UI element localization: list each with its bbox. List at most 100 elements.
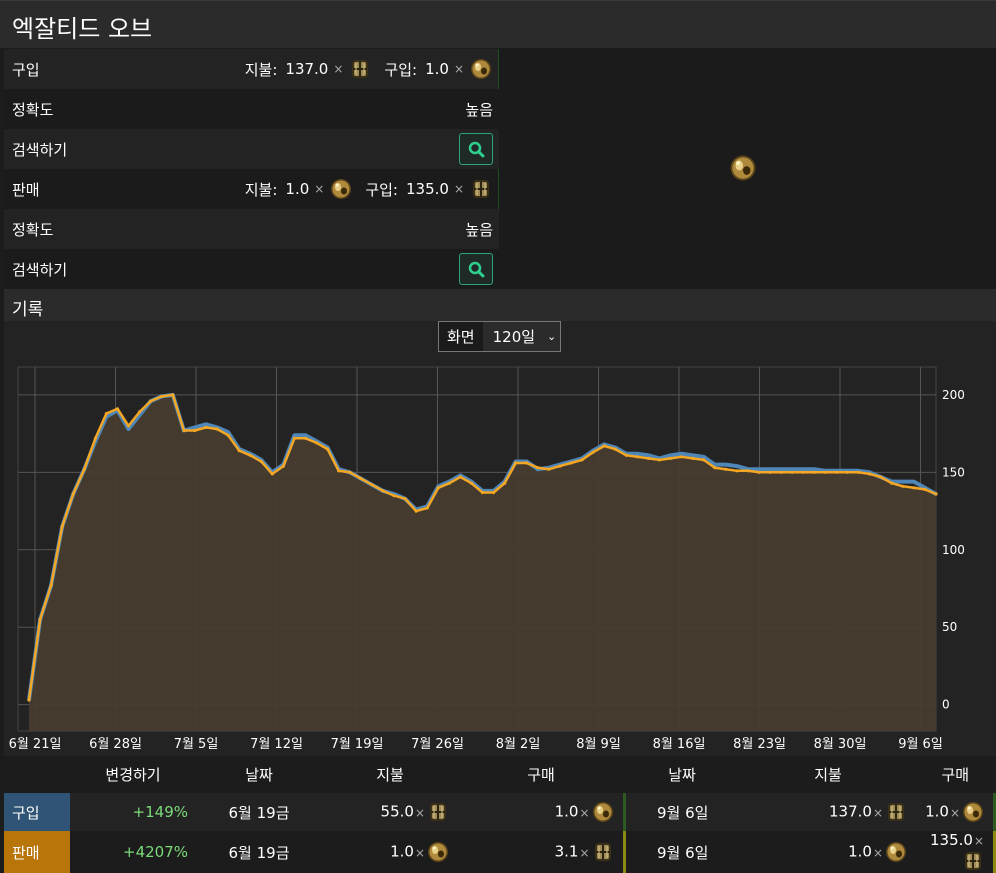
data-point-sell bbox=[713, 466, 717, 470]
data-point-buy bbox=[912, 480, 916, 484]
end-date: 9월 6일 bbox=[624, 793, 740, 831]
accuracy-value: 높음 bbox=[465, 220, 493, 239]
data-point-sell bbox=[823, 470, 828, 474]
data-point-sell bbox=[901, 484, 905, 488]
view-bar: 화면 120일 ⌄ bbox=[4, 321, 996, 354]
times-sign: × bbox=[453, 62, 464, 76]
data-point-sell bbox=[38, 617, 42, 622]
data-point-sell bbox=[602, 444, 606, 448]
history-table: 변경하기 날짜 지불 구매 날짜 지불 구매 구입 +149% 6월 19금 5… bbox=[4, 756, 996, 873]
times-sign: × bbox=[579, 845, 590, 860]
title-bar: 엑잘티드 오브 bbox=[0, 0, 996, 48]
data-point-sell bbox=[923, 487, 927, 491]
data-point-sell bbox=[790, 470, 794, 474]
data-point-buy bbox=[635, 452, 640, 456]
times-sign: × bbox=[414, 845, 425, 860]
data-point-sell bbox=[492, 490, 496, 495]
x-tick-label: 7월 5일 bbox=[174, 737, 219, 752]
y-tick-label: 200 bbox=[942, 388, 965, 402]
start-buy: 3.1 bbox=[554, 842, 579, 861]
buy-search-row: 검색하기 bbox=[4, 129, 499, 169]
history-title: 기록 bbox=[12, 300, 44, 320]
change-value: +149% bbox=[70, 793, 196, 831]
exalted-orb-icon bbox=[963, 802, 983, 822]
view-select[interactable]: 120일 ⌄ bbox=[482, 322, 560, 351]
data-point-sell bbox=[613, 447, 617, 451]
end-pay: 137.0 bbox=[828, 802, 872, 821]
sell-search-button[interactable] bbox=[459, 253, 493, 285]
data-point-sell bbox=[812, 470, 816, 474]
data-point-sell bbox=[558, 464, 562, 468]
data-point-sell bbox=[646, 456, 651, 460]
trade-panel: 구입 지불: 137.0 × 구입: 1.0 × 정확도 높음 검색하기 판매 … bbox=[4, 49, 501, 289]
data-point-sell bbox=[779, 470, 783, 474]
start-date: 6월 19금 bbox=[196, 831, 322, 873]
times-sign: × bbox=[949, 805, 960, 820]
data-point-sell bbox=[27, 698, 31, 702]
chaos-orb-icon bbox=[593, 842, 612, 862]
exalted-orb-icon bbox=[886, 842, 906, 862]
data-point-sell bbox=[348, 470, 352, 474]
data-point-sell bbox=[315, 441, 319, 445]
data-point-buy bbox=[204, 422, 208, 426]
data-point-buy bbox=[668, 453, 673, 457]
data-point-buy bbox=[790, 467, 794, 471]
item-preview bbox=[499, 49, 996, 289]
start-pay: 1.0 bbox=[390, 842, 414, 861]
y-tick-label: 100 bbox=[942, 543, 965, 557]
data-point-sell bbox=[138, 410, 142, 414]
header-buy: 구매 bbox=[458, 756, 624, 793]
x-tick-label: 6월 21일 bbox=[9, 737, 62, 752]
data-point-sell bbox=[469, 481, 473, 485]
pay-value: 137.0 bbox=[285, 60, 329, 78]
start-date: 6월 19금 bbox=[196, 793, 322, 831]
data-point-sell bbox=[425, 506, 429, 510]
sell-search-row: 검색하기 bbox=[4, 249, 499, 289]
data-point-sell bbox=[193, 428, 197, 433]
data-point-sell bbox=[547, 467, 551, 471]
view-value: 120일 bbox=[492, 328, 536, 346]
accuracy-label: 정확도 bbox=[12, 100, 54, 119]
buy-row: 구입 지불: 137.0 × 구입: 1.0 × bbox=[4, 49, 501, 89]
data-point-sell bbox=[292, 436, 297, 440]
search-icon bbox=[468, 141, 485, 158]
times-sign: × bbox=[453, 182, 464, 196]
data-point-sell bbox=[171, 393, 175, 397]
data-point-sell bbox=[635, 455, 640, 459]
buy-search-button[interactable] bbox=[459, 133, 493, 165]
times-sign: × bbox=[872, 845, 883, 860]
data-point-buy bbox=[779, 467, 783, 471]
x-tick-label: 8월 9일 bbox=[576, 737, 621, 752]
get-value: 135.0 bbox=[405, 180, 449, 198]
view-selector: 화면 120일 ⌄ bbox=[438, 321, 561, 352]
chaos-orb-icon bbox=[351, 59, 370, 79]
data-point-sell bbox=[569, 461, 573, 465]
data-point-sell bbox=[868, 472, 872, 476]
data-point-sell bbox=[149, 399, 153, 403]
data-point-sell bbox=[359, 476, 363, 481]
change-value: +4207% bbox=[70, 831, 196, 873]
data-point-sell bbox=[657, 458, 662, 462]
table-header-row: 변경하기 날짜 지불 구매 날짜 지불 구매 bbox=[4, 756, 995, 793]
data-point-buy bbox=[303, 433, 308, 437]
header-pay: 지불 bbox=[322, 756, 458, 793]
price-chart: 0 50 100 150 200 6월 21일 6월 28일 7월 5일 7월 12일 7월 19… bbox=[4, 354, 996, 756]
data-point-sell bbox=[392, 494, 396, 498]
header-date: 날짜 bbox=[196, 756, 322, 793]
end-date: 9월 6일 bbox=[624, 831, 740, 873]
data-point-sell bbox=[834, 470, 839, 474]
data-point-sell bbox=[403, 497, 407, 501]
table-row: 판매 +4207% 6월 19금 1.0× 3.1× 9월 6일 1.0× 13… bbox=[4, 831, 996, 873]
accuracy-value: 높음 bbox=[465, 100, 493, 119]
x-tick-label: 8월 2일 bbox=[496, 737, 541, 752]
exalted-orb-icon bbox=[592, 802, 613, 822]
x-tick-label: 7월 26일 bbox=[411, 737, 464, 752]
chaos-orb-icon bbox=[429, 802, 447, 822]
data-point-sell bbox=[458, 475, 462, 479]
data-point-sell bbox=[934, 492, 938, 496]
history-header: 기록 bbox=[4, 289, 996, 321]
data-point-sell bbox=[82, 467, 86, 471]
exalted-orb-icon bbox=[331, 179, 352, 199]
data-point-sell bbox=[503, 481, 507, 485]
get-value: 1.0 bbox=[425, 60, 449, 78]
